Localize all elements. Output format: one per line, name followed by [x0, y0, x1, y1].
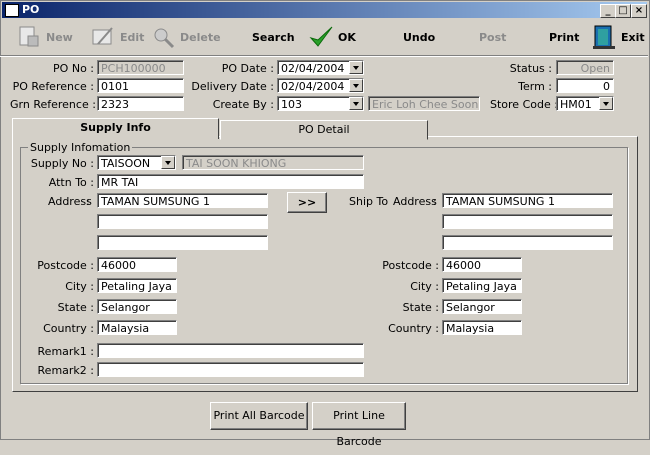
- state-label: State :: [57, 301, 94, 314]
- edit-button[interactable]: Edit: [90, 22, 144, 52]
- store-code-select[interactable]: HM01: [556, 96, 614, 111]
- dropdown-arrow-icon[interactable]: [349, 79, 363, 92]
- title-bar: PO _ □ ×: [2, 2, 647, 18]
- supply-postcode-field[interactable]: 46000: [97, 257, 177, 272]
- print-button[interactable]: Print: [545, 22, 579, 52]
- term-field[interactable]: 0: [556, 78, 614, 93]
- ship-address-line1[interactable]: TAMAN SUMSUNG 1: [442, 193, 613, 208]
- remark1-field[interactable]: [97, 343, 364, 358]
- post-button[interactable]: Post: [475, 22, 506, 52]
- minimize-button[interactable]: _: [600, 4, 616, 18]
- ship-to-label: Ship To: [349, 195, 389, 208]
- dropdown-arrow-icon[interactable]: [349, 97, 363, 110]
- supply-city-field[interactable]: Petaling Jaya: [97, 278, 177, 293]
- dropdown-arrow-icon[interactable]: [349, 61, 363, 74]
- delivery-date-label: Delivery Date :: [191, 80, 274, 93]
- ship-address-line2[interactable]: [442, 214, 613, 229]
- attn-to-label: Attn To :: [48, 176, 94, 189]
- address-colon: :: [86, 195, 90, 208]
- dropdown-arrow-icon[interactable]: [599, 97, 613, 110]
- search-button[interactable]: Search: [248, 22, 295, 52]
- ship-state-label: State :: [402, 301, 439, 314]
- supply-address-line1[interactable]: TAMAN SUMSUNG 1: [97, 193, 268, 208]
- create-by-label: Create By :: [212, 98, 274, 111]
- new-doc-icon: [16, 24, 42, 50]
- ship-country-label: Country :: [388, 322, 439, 335]
- supply-state-field[interactable]: Selangor: [97, 299, 177, 314]
- ship-state-field[interactable]: Selangor: [442, 299, 522, 314]
- edit-icon: [90, 24, 116, 50]
- status-label: Status :: [509, 62, 552, 75]
- close-button[interactable]: ×: [631, 4, 647, 18]
- create-by-name-field: Eric Loh Chee Soon: [368, 96, 480, 111]
- ship-country-field[interactable]: Malaysia: [442, 320, 522, 335]
- supply-country-field[interactable]: Malaysia: [97, 320, 177, 335]
- ship-address-line3[interactable]: [442, 235, 613, 250]
- tab-supply-info[interactable]: Supply Info: [12, 118, 219, 139]
- tab-po-detail[interactable]: PO Detail: [220, 120, 428, 140]
- grn-reference-field[interactable]: 2323: [97, 96, 184, 111]
- ship-address-label: Address: [393, 195, 437, 208]
- po-reference-label: PO Reference :: [12, 80, 94, 93]
- delete-button[interactable]: Delete: [150, 22, 221, 52]
- remark2-label: Remark2 :: [37, 364, 94, 377]
- create-by-select[interactable]: 103: [277, 96, 364, 111]
- undo-button[interactable]: Undo: [399, 22, 435, 52]
- city-label: City :: [65, 280, 94, 293]
- po-no-field: PCH100000: [97, 60, 184, 75]
- new-button[interactable]: New: [16, 22, 73, 52]
- checkmark-icon: [308, 24, 334, 50]
- ship-address-colon: :: [433, 195, 437, 208]
- supply-no-label: Supply No :: [30, 157, 94, 170]
- store-code-label: Store Code :: [490, 98, 558, 111]
- po-date-label: PO Date :: [221, 62, 274, 75]
- ok-button[interactable]: OK: [308, 22, 356, 52]
- exit-door-icon: [591, 24, 617, 50]
- ship-city-field[interactable]: Petaling Jaya: [442, 278, 522, 293]
- supply-address-line2[interactable]: [97, 214, 268, 229]
- delivery-date-picker[interactable]: 02/04/2004: [277, 78, 364, 93]
- attn-to-field[interactable]: MR TAI: [97, 174, 364, 189]
- remark2-field[interactable]: [97, 362, 364, 377]
- po-date-picker[interactable]: 02/04/2004: [277, 60, 364, 75]
- app-icon: [5, 4, 19, 17]
- supply-no-select[interactable]: TAISOON: [97, 155, 176, 170]
- grn-reference-label: Grn Reference :: [10, 98, 96, 111]
- supply-name-field: TAI SOON KHIONG: [182, 155, 364, 170]
- country-label: Country :: [43, 322, 94, 335]
- window-title: PO: [22, 3, 40, 16]
- supply-address-line3[interactable]: [97, 235, 268, 250]
- delete-icon: [150, 24, 176, 50]
- po-reference-field[interactable]: 0101: [97, 78, 184, 93]
- ship-city-label: City :: [410, 280, 439, 293]
- toolbar-separator: [0, 55, 648, 57]
- print-all-barcode-button[interactable]: Print All Barcode: [210, 402, 308, 430]
- print-line-barcode-button[interactable]: Print Line Barcode: [312, 402, 406, 448]
- status-field: Open: [556, 60, 614, 75]
- ship-postcode-label: Postcode :: [382, 259, 439, 272]
- ship-postcode-field[interactable]: 46000: [442, 257, 522, 272]
- exit-button[interactable]: Exit: [591, 22, 645, 52]
- po-no-label: PO No :: [53, 62, 94, 75]
- dropdown-arrow-icon[interactable]: [161, 156, 175, 169]
- remark1-label: Remark1 :: [37, 345, 94, 358]
- postcode-label: Postcode :: [37, 259, 94, 272]
- copy-address-button[interactable]: >>: [287, 192, 327, 213]
- group-title: Supply Infomation: [28, 141, 133, 154]
- maximize-button[interactable]: □: [615, 4, 631, 18]
- term-label: Term :: [518, 80, 552, 93]
